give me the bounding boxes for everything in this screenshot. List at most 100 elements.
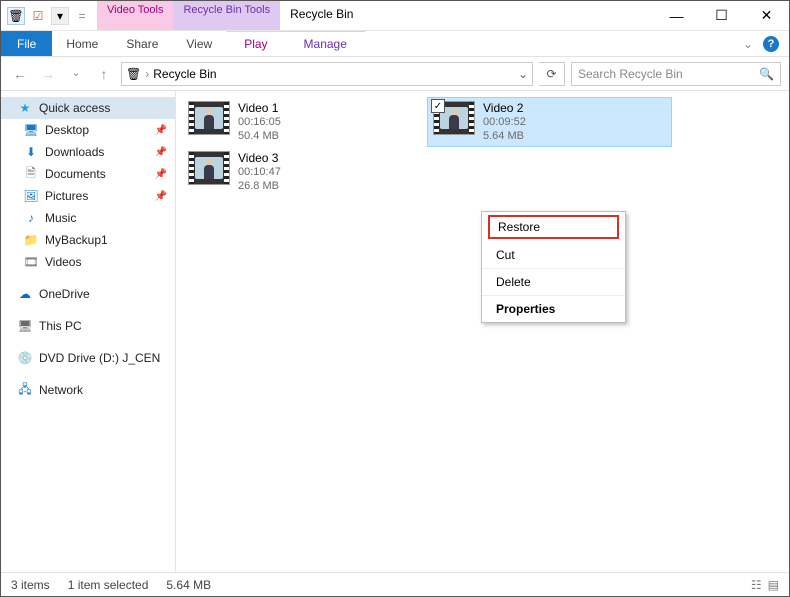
- sidebar-item-label: DVD Drive (D:) J_CEN: [39, 351, 160, 365]
- search-input[interactable]: [578, 67, 759, 81]
- sidebar-item-downloads[interactable]: ⬇ Downloads 📌: [1, 141, 175, 163]
- recycle-bin-tools-tab[interactable]: Recycle Bin Tools: [173, 1, 280, 30]
- file-name: Video 2: [483, 101, 526, 115]
- address-dropdown-icon[interactable]: ⌄: [518, 67, 528, 81]
- sidebar-item-mybackup1[interactable]: 📁 MyBackup1: [1, 229, 175, 251]
- sidebar-item-label: Downloads: [45, 145, 104, 159]
- tab-manage[interactable]: Manage: [286, 31, 365, 56]
- recent-dropdown[interactable]: ⌄: [65, 63, 87, 85]
- sidebar-item-desktop[interactable]: 🖥 Desktop 📌: [1, 119, 175, 141]
- selection-checkbox[interactable]: ✓: [431, 99, 445, 113]
- file-duration: 00:16:05: [238, 115, 281, 129]
- sidebar-item-label: Documents: [45, 167, 106, 181]
- navigation-bar: ← → ⌄ ↑ 🗑 › Recycle Bin ⌄ ⟳ 🔍: [1, 57, 789, 91]
- disc-icon: 💿: [17, 350, 33, 366]
- context-menu-cut[interactable]: Cut: [482, 242, 625, 269]
- search-icon[interactable]: 🔍: [759, 67, 774, 81]
- properties-icon[interactable]: ☑: [29, 7, 47, 25]
- video-thumbnail: [188, 101, 230, 135]
- picture-icon: 🖼: [23, 188, 39, 204]
- up-button[interactable]: ↑: [93, 63, 115, 85]
- file-name: Video 3: [238, 151, 281, 165]
- close-button[interactable]: ✕: [744, 1, 789, 30]
- sidebar-this-pc[interactable]: 🖥 This PC: [1, 315, 175, 337]
- pin-icon: 📌: [155, 125, 167, 136]
- titlebar: 🗑 ☑ ▾ = Video Tools Recycle Bin Tools Re…: [1, 1, 789, 31]
- address-bar[interactable]: 🗑 › Recycle Bin ⌄: [121, 62, 533, 86]
- sidebar-network[interactable]: 🖧 Network: [1, 379, 175, 401]
- context-menu: Restore Cut Delete Properties: [481, 211, 626, 323]
- pin-icon: 📌: [155, 191, 167, 202]
- file-size: 5.64 MB: [483, 129, 526, 143]
- video-tools-tab[interactable]: Video Tools: [97, 1, 173, 30]
- file-size: 50.4 MB: [238, 129, 281, 143]
- details-view-icon[interactable]: ☷: [751, 578, 762, 592]
- context-menu-restore[interactable]: Restore: [488, 215, 619, 239]
- status-selection-count: 1 item selected: [68, 578, 149, 592]
- search-box[interactable]: 🔍: [571, 62, 781, 86]
- video-thumbnail: ✓: [433, 101, 475, 135]
- window-title: Recycle Bin: [280, 1, 654, 30]
- maximize-button[interactable]: ☐: [699, 1, 744, 30]
- breadcrumb-sep-icon: ›: [145, 67, 149, 81]
- sidebar-item-label: Videos: [45, 255, 81, 269]
- video-icon: 🎞: [23, 254, 39, 270]
- window-controls: — ☐ ✕: [654, 1, 789, 30]
- tab-view[interactable]: View: [172, 31, 226, 56]
- sidebar-item-label: Network: [39, 383, 83, 397]
- desktop-icon: 🖥: [23, 122, 39, 138]
- file-meta: Video 2 00:09:52 5.64 MB: [483, 101, 526, 143]
- file-list-area[interactable]: Video 1 00:16:05 50.4 MB ✓ Video 2 00:09…: [176, 91, 789, 572]
- ribbon-expand-icon[interactable]: ⌄: [743, 37, 753, 51]
- refresh-button[interactable]: ⟳: [539, 62, 565, 86]
- tiles-view-icon[interactable]: ▤: [768, 578, 779, 592]
- file-item-selected[interactable]: ✓ Video 2 00:09:52 5.64 MB: [427, 97, 672, 147]
- sidebar-item-label: Music: [45, 211, 76, 225]
- back-button[interactable]: ←: [9, 63, 31, 85]
- file-duration: 00:10:47: [238, 165, 281, 179]
- body: ★ Quick access 🖥 Desktop 📌 ⬇ Downloads 📌…: [1, 91, 789, 572]
- tab-home[interactable]: Home: [52, 31, 112, 56]
- qat-overflow-icon[interactable]: ▾: [51, 7, 69, 25]
- tab-play[interactable]: Play: [226, 31, 285, 56]
- status-bar: 3 items 1 item selected 5.64 MB ☷ ▤: [1, 572, 789, 596]
- file-duration: 00:09:52: [483, 115, 526, 129]
- minimize-button[interactable]: —: [654, 1, 699, 30]
- pin-icon: 📌: [155, 147, 167, 158]
- music-icon: ♪: [23, 210, 39, 226]
- breadcrumb-location[interactable]: Recycle Bin: [153, 67, 216, 81]
- sidebar-item-label: Pictures: [45, 189, 88, 203]
- forward-button[interactable]: →: [37, 63, 59, 85]
- tab-share[interactable]: Share: [112, 31, 172, 56]
- context-menu-properties[interactable]: Properties: [482, 296, 625, 322]
- pc-icon: 🖥: [17, 318, 33, 334]
- file-meta: Video 3 00:10:47 26.8 MB: [238, 151, 281, 193]
- document-icon: 🗎: [23, 166, 39, 182]
- file-item[interactable]: Video 1 00:16:05 50.4 MB: [182, 97, 427, 147]
- file-name: Video 1: [238, 101, 281, 115]
- sidebar-item-pictures[interactable]: 🖼 Pictures 📌: [1, 185, 175, 207]
- folder-icon: 📁: [23, 232, 39, 248]
- status-selection-size: 5.64 MB: [166, 578, 211, 592]
- file-item[interactable]: Video 3 00:10:47 26.8 MB: [182, 147, 427, 197]
- sidebar-item-label: This PC: [39, 319, 82, 333]
- sidebar-item-music[interactable]: ♪ Music: [1, 207, 175, 229]
- sidebar-item-label: OneDrive: [39, 287, 90, 301]
- file-size: 26.8 MB: [238, 179, 281, 193]
- onedrive-icon: ☁: [17, 286, 33, 302]
- download-icon: ⬇: [23, 144, 39, 160]
- sidebar-quick-access-label: Quick access: [39, 101, 110, 115]
- sidebar-item-label: MyBackup1: [45, 233, 108, 247]
- ribbon-tabs: File Home Share View Play Manage ⌄ ?: [1, 31, 789, 57]
- navigation-pane: ★ Quick access 🖥 Desktop 📌 ⬇ Downloads 📌…: [1, 91, 176, 572]
- help-icon[interactable]: ?: [763, 36, 779, 52]
- sidebar-quick-access[interactable]: ★ Quick access: [1, 97, 175, 119]
- sidebar-dvd-drive[interactable]: 💿 DVD Drive (D:) J_CEN: [1, 347, 175, 369]
- sidebar-onedrive[interactable]: ☁ OneDrive: [1, 283, 175, 305]
- sidebar-item-videos[interactable]: 🎞 Videos: [1, 251, 175, 273]
- file-tab[interactable]: File: [1, 31, 52, 56]
- recycle-bin-icon[interactable]: 🗑: [7, 7, 25, 25]
- sidebar-item-documents[interactable]: 🗎 Documents 📌: [1, 163, 175, 185]
- star-icon: ★: [17, 100, 33, 116]
- context-menu-delete[interactable]: Delete: [482, 269, 625, 296]
